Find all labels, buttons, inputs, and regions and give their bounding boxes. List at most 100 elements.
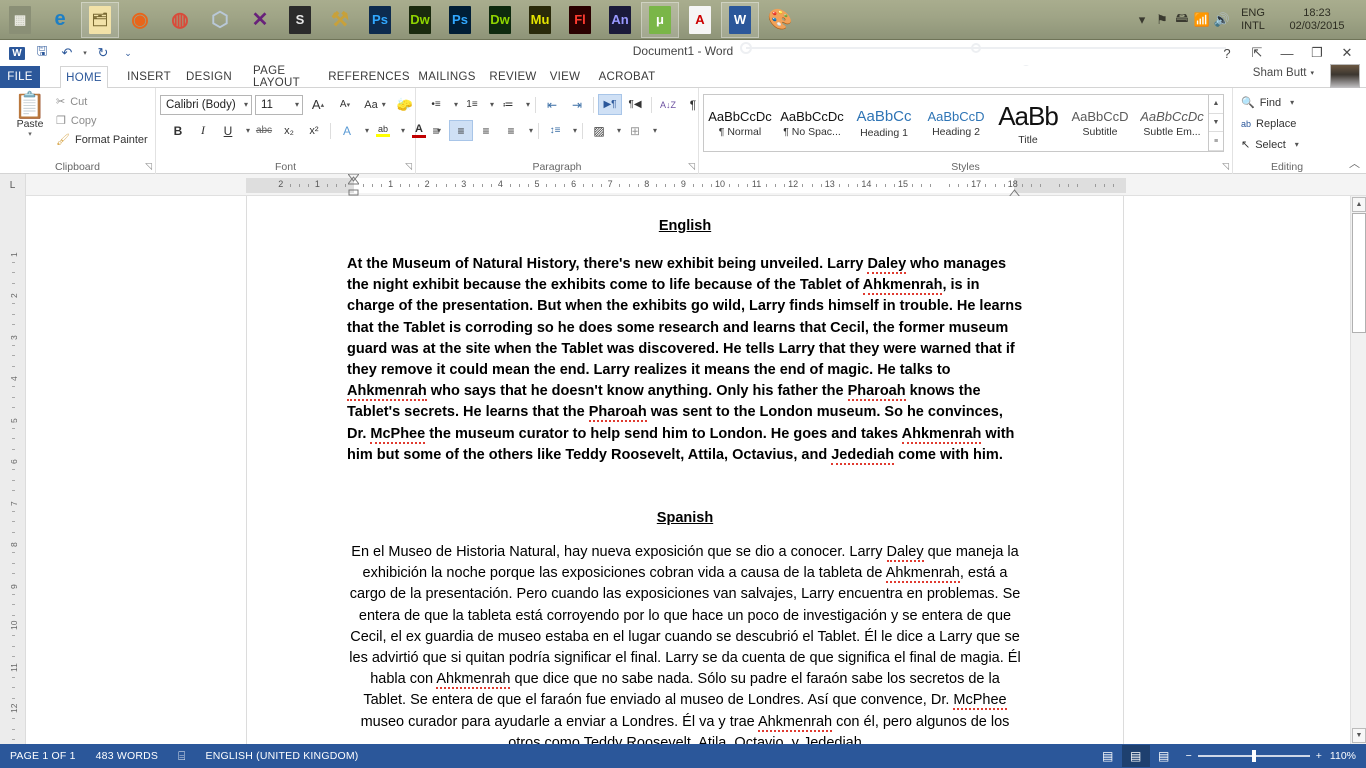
- tab-page-layout[interactable]: PAGE LAYOUT: [242, 65, 326, 89]
- cut-button[interactable]: ✂ Cut: [56, 92, 148, 111]
- vertical-scrollbar[interactable]: ▲ ▼: [1350, 196, 1366, 744]
- font-size-input[interactable]: 11 ▾: [255, 94, 303, 115]
- highlight-dropdown-icon[interactable]: ▾: [396, 120, 406, 141]
- ltr-text-direction-button[interactable]: ▶¶: [598, 94, 622, 115]
- close-button[interactable]: ✕: [1332, 42, 1362, 64]
- misspelled-word[interactable]: Ahkmenrah: [901, 425, 982, 444]
- flag-icon[interactable]: ⚑: [1152, 8, 1172, 32]
- shading-dropdown-icon[interactable]: ▾: [612, 120, 622, 141]
- line-spacing-dropdown-icon[interactable]: ▾: [568, 120, 578, 141]
- text-effects-button[interactable]: A: [335, 120, 359, 141]
- clock[interactable]: 18:23 02/03/2015: [1274, 7, 1360, 33]
- justify-button[interactable]: ≡: [499, 120, 523, 141]
- tab-file[interactable]: FILE: [0, 66, 40, 88]
- tab-home[interactable]: HOME: [60, 66, 108, 89]
- restore-button[interactable]: ❐: [1302, 42, 1332, 64]
- shading-button[interactable]: ▨: [587, 120, 611, 141]
- scroll-up-button[interactable]: ▲: [1352, 197, 1366, 212]
- usb-device-icon[interactable]: 🖴: [1172, 8, 1192, 32]
- zoom-track[interactable]: [1197, 750, 1310, 762]
- tab-mailings[interactable]: MAILINGS: [414, 66, 480, 88]
- zoom-in-button[interactable]: +: [1316, 750, 1322, 762]
- paint-icon[interactable]: 🎨: [761, 2, 799, 38]
- vertical-ruler[interactable]: 1 2 3 4 5 6 7 8 9 10 11 12: [0, 196, 26, 744]
- animate-icon[interactable]: An: [601, 2, 639, 38]
- zoom-knob[interactable]: [1251, 750, 1256, 762]
- style-item-heading-2[interactable]: AaBbCcD Heading 2: [920, 95, 992, 151]
- windows-taskbar[interactable]: ▦ e 🗂 ◉ ◍ ⬡ ✕ S ⚒ Ps Dw Ps Dw Mu Fl An μ A W 🎨 ▾ ⚑ 🖴 📶 🔊 EN…: [0, 0, 1366, 40]
- visual-studio-icon[interactable]: ✕: [241, 2, 279, 38]
- font-dialog-launcher[interactable]: ◹: [405, 161, 412, 172]
- status-bar[interactable]: PAGE 1 OF 1 483 WORDS ⌸ ENGLISH (UNITED …: [0, 744, 1366, 768]
- avatar[interactable]: [1330, 64, 1360, 90]
- find-button[interactable]: 🔍 Find ▾: [1241, 92, 1299, 113]
- misspelled-word[interactable]: McPhee: [370, 425, 426, 444]
- misspelled-word[interactable]: Ahkmenrah: [436, 671, 511, 690]
- align-left-button[interactable]: ≡: [424, 120, 448, 141]
- collapse-ribbon-button[interactable]: ︿: [1349, 155, 1360, 171]
- numbering-dropdown-icon[interactable]: ▾: [485, 94, 495, 115]
- subscript-button[interactable]: x₂: [277, 120, 301, 141]
- paragraph-dialog-launcher[interactable]: ◹: [688, 161, 695, 172]
- show-hidden-icons-button[interactable]: ▾: [1132, 8, 1152, 32]
- italic-button[interactable]: I: [191, 120, 215, 141]
- misspelled-word[interactable]: Daley: [886, 544, 924, 563]
- style-item-heading-1[interactable]: AaBbCc Heading 1: [848, 95, 920, 151]
- misspelled-word[interactable]: Ahkmenrah: [757, 713, 833, 732]
- misspelled-word[interactable]: Daley: [867, 256, 907, 274]
- bullets-button[interactable]: •≡: [424, 94, 448, 115]
- word-taskbar-icon[interactable]: W: [721, 1, 759, 38]
- tab-references[interactable]: REFERENCES: [328, 66, 409, 88]
- chevron-down-icon[interactable]: ▾: [1295, 140, 1299, 149]
- line-spacing-button[interactable]: ↕≡: [543, 120, 567, 141]
- misspelled-word[interactable]: Ahkmenrah: [862, 277, 943, 296]
- file-explorer-icon[interactable]: 🗂: [81, 1, 119, 38]
- document-canvas[interactable]: English At the Museum of Natural History…: [26, 196, 1350, 744]
- paragraph-english[interactable]: At the Museum of Natural History, there'…: [347, 254, 1023, 466]
- borders-button[interactable]: ⊞: [623, 120, 647, 141]
- text-effects-dropdown-icon[interactable]: ▾: [360, 120, 370, 141]
- copy-button[interactable]: ❐ Copy: [56, 111, 148, 130]
- misspelled-word[interactable]: Pharoah: [847, 383, 906, 402]
- style-item-subtle-em[interactable]: AaBbCcDc Subtle Em...: [1136, 95, 1208, 151]
- justify-dropdown-icon[interactable]: ▾: [524, 120, 534, 141]
- adobe-reader-icon[interactable]: A: [681, 2, 719, 38]
- misspelled-word[interactable]: Ahkmenrah: [347, 383, 427, 402]
- clipboard-dialog-launcher[interactable]: ◹: [145, 161, 152, 172]
- decrease-indent-button[interactable]: ⇤: [540, 94, 564, 115]
- scrollbar-thumb[interactable]: [1352, 213, 1366, 333]
- misspelled-word[interactable]: Atila: [698, 734, 727, 744]
- photoshop-icon[interactable]: Ps: [361, 2, 399, 38]
- paste-button[interactable]: 📋 Paste ▾: [8, 92, 52, 138]
- minimize-button[interactable]: —: [1272, 42, 1302, 64]
- strikethrough-button[interactable]: abc: [252, 120, 276, 141]
- utorrent-icon[interactable]: μ: [641, 1, 679, 38]
- photoshop-cc-icon[interactable]: Ps: [441, 2, 479, 38]
- tab-design[interactable]: DESIGN: [180, 66, 238, 88]
- tab-review[interactable]: REVIEW: [486, 66, 540, 88]
- increase-indent-button[interactable]: ⇥: [565, 94, 589, 115]
- underline-dropdown-icon[interactable]: ▾: [241, 120, 251, 141]
- paragraph-spanish[interactable]: En el Museo de Historia Natural, hay nue…: [347, 542, 1023, 744]
- zoom-level[interactable]: 110%: [1330, 750, 1366, 762]
- format-painter-button[interactable]: 🖌 Format Painter: [56, 130, 148, 149]
- styles-dialog-launcher[interactable]: ◹: [1222, 161, 1229, 172]
- ribbon-display-options-button[interactable]: ⇱: [1242, 42, 1272, 64]
- bullets-dropdown-icon[interactable]: ▾: [449, 94, 459, 115]
- chrome-icon[interactable]: ◍: [161, 2, 199, 38]
- zoom-out-button[interactable]: −: [1186, 750, 1192, 762]
- borders-dropdown-icon[interactable]: ▾: [648, 120, 658, 141]
- language-indicator[interactable]: ENGLISH (UNITED KINGDOM): [196, 750, 369, 762]
- network-signal-icon[interactable]: 📶: [1192, 8, 1212, 32]
- word-count[interactable]: 483 WORDS: [86, 750, 168, 762]
- cube-3d-icon[interactable]: ⬡: [201, 2, 239, 38]
- rtl-text-direction-button[interactable]: ¶◀: [623, 94, 647, 115]
- superscript-button[interactable]: x²: [302, 120, 326, 141]
- ribbon-tab-bar[interactable]: FILE HOME INSERT DESIGN PAGE LAYOUT REFERENCE…: [0, 64, 1366, 90]
- misspelled-word[interactable]: McPhee: [953, 692, 1007, 711]
- change-case-button[interactable]: Aa ▾: [360, 94, 390, 115]
- dreamweaver-cc-icon[interactable]: Dw: [481, 2, 519, 38]
- styles-gallery-scroll[interactable]: ▲ ▼ ≡: [1208, 95, 1223, 152]
- account-menu[interactable]: Sham Butt ▾: [1253, 67, 1314, 79]
- page-indicator[interactable]: PAGE 1 OF 1: [0, 750, 86, 762]
